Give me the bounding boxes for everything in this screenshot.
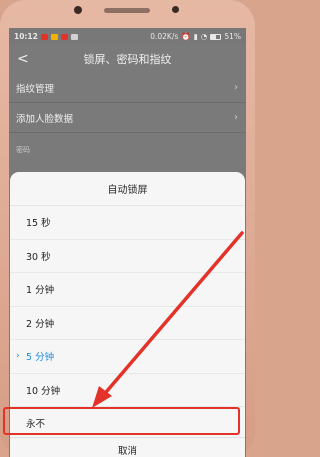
back-icon[interactable]: < <box>17 51 29 67</box>
settings-row-label: 指纹管理 <box>16 83 55 95</box>
battery-percent: 51% <box>224 32 241 41</box>
option-never[interactable]: 永不 <box>10 407 245 441</box>
notification-icon <box>60 33 68 40</box>
chevron-right-icon: › <box>234 112 238 123</box>
option-label: 30 秒 <box>26 251 51 263</box>
chevron-right-icon: › <box>234 82 238 93</box>
option-label: 永不 <box>26 419 46 431</box>
settings-row-fingerprint[interactable]: 指纹管理 › <box>9 73 246 103</box>
dialog-title: 自动锁屏 <box>10 172 245 206</box>
cancel-button[interactable]: 取消 <box>10 437 245 457</box>
page-title: 锁屏、密码和指纹 <box>83 53 172 66</box>
notification-icon <box>40 33 48 40</box>
signal-icon: ▮ <box>193 32 198 41</box>
phone-frame: 10:12 0.02K/s ⏰ ▮ ◔ 51% < 锁屏、密码和指纹 指纹管理 … <box>0 0 255 457</box>
notification-icon <box>70 33 78 40</box>
option-label: 5 分钟 <box>26 352 55 364</box>
speaker-grille <box>104 8 150 13</box>
option-1min[interactable]: 1 分钟 <box>10 273 245 307</box>
option-30s[interactable]: 30 秒 <box>10 240 245 273</box>
status-bar: 10:12 0.02K/s ⏰ ▮ ◔ 51% <box>9 28 246 45</box>
selected-check-icon: › <box>16 351 20 361</box>
status-right: 0.02K/s ⏰ ▮ ◔ 51% <box>150 32 241 41</box>
option-label: 1 分钟 <box>26 285 55 297</box>
battery-icon <box>210 33 222 40</box>
settings-row-label: 添加人脸数据 <box>16 113 74 125</box>
settings-row-face[interactable]: 添加人脸数据 › <box>9 103 246 133</box>
option-15s[interactable]: 15 秒 <box>10 206 245 240</box>
option-label: 15 秒 <box>26 218 51 230</box>
auto-lock-dialog: 自动锁屏 15 秒 30 秒 1 分钟 2 分钟 › 5 分钟 10 分钟 永不 <box>10 172 245 457</box>
status-time: 10:12 <box>14 32 38 41</box>
page-header: < 锁屏、密码和指纹 <box>9 45 246 73</box>
option-2min[interactable]: 2 分钟 <box>10 307 245 340</box>
option-10min[interactable]: 10 分钟 <box>10 374 245 407</box>
wifi-icon: ◔ <box>200 32 208 41</box>
net-speed: 0.02K/s <box>150 32 179 41</box>
section-label: 密码 <box>16 146 30 154</box>
front-camera-icon <box>74 6 82 14</box>
option-label: 2 分钟 <box>26 318 55 330</box>
alarm-icon: ⏰ <box>181 32 191 41</box>
option-label: 10 分钟 <box>26 385 61 397</box>
option-5min[interactable]: › 5 分钟 <box>10 340 245 374</box>
notification-icon <box>50 33 58 40</box>
cancel-label: 取消 <box>117 445 137 457</box>
sensor-icon <box>172 6 179 13</box>
